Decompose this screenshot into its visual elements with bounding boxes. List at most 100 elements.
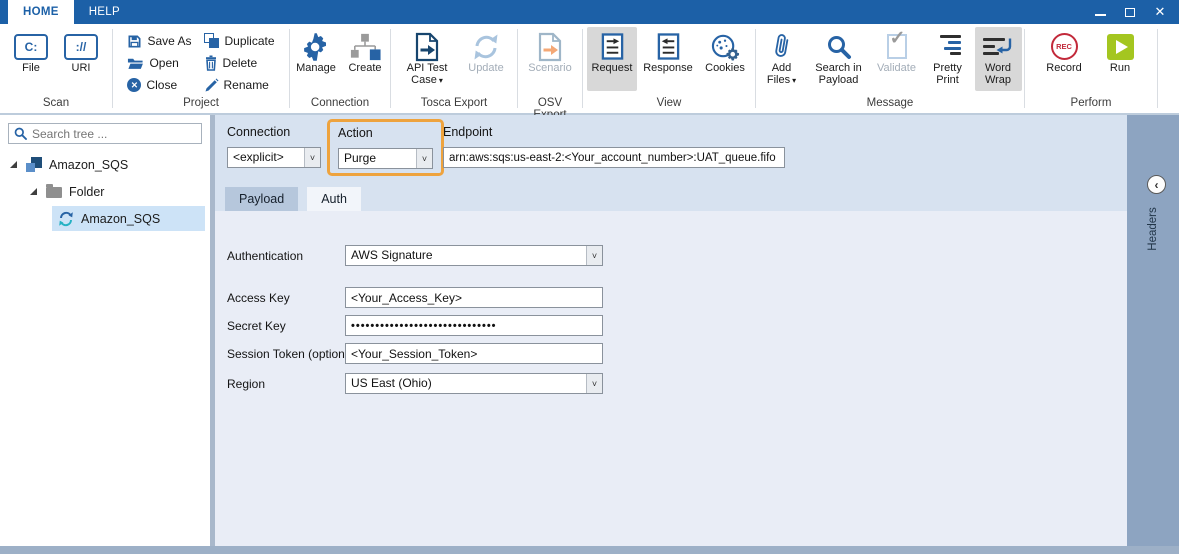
connection-select[interactable]: <explicit> ˅ bbox=[227, 147, 321, 168]
authentication-select[interactable]: AWS Signature ˅ bbox=[345, 245, 603, 266]
session-token-input[interactable] bbox=[345, 343, 603, 364]
ribbon-separator bbox=[390, 29, 391, 108]
close-window-button[interactable]: ✕ bbox=[1145, 0, 1175, 24]
chevron-down-icon[interactable]: ˅ bbox=[304, 148, 320, 167]
response-button[interactable]: Response bbox=[640, 27, 696, 91]
word-wrap-button[interactable]: Word Wrap bbox=[975, 27, 1022, 91]
add-files-icon bbox=[772, 32, 792, 62]
endpoint-input[interactable] bbox=[443, 147, 785, 168]
group-label-osv-export: OSV Export bbox=[520, 97, 580, 113]
tab-help[interactable]: HELP bbox=[74, 0, 135, 24]
expand-headers-button[interactable]: ‹ bbox=[1147, 175, 1166, 194]
action-label: Action bbox=[338, 126, 373, 140]
tree-item-folder[interactable]: Folder bbox=[0, 178, 210, 205]
record-button[interactable]: REC Record bbox=[1039, 27, 1089, 91]
ribbon-group-connection: Manage Create Connection bbox=[292, 24, 388, 113]
chevron-down-icon[interactable]: ˅ bbox=[416, 149, 432, 168]
tree-item-amazon-sqs[interactable]: Amazon_SQS bbox=[0, 205, 210, 232]
scenario-icon bbox=[537, 32, 563, 62]
chevron-down-icon[interactable]: ˅ bbox=[586, 246, 602, 265]
add-files-button[interactable]: Add Files▾ bbox=[759, 27, 805, 91]
titlebar: HOME HELP ✕ bbox=[0, 0, 1179, 24]
delete-icon bbox=[204, 55, 218, 71]
update-button[interactable]: Update bbox=[461, 27, 511, 91]
tab-home[interactable]: HOME bbox=[8, 0, 74, 24]
run-icon bbox=[1107, 34, 1134, 60]
cookies-button[interactable]: Cookies bbox=[699, 27, 751, 91]
tree-search-box[interactable] bbox=[8, 123, 202, 144]
action-highlight-box: Action Purge ˅ bbox=[327, 119, 444, 176]
headers-tab[interactable]: Headers bbox=[1147, 203, 1159, 255]
sync-icon bbox=[58, 211, 74, 227]
run-button[interactable]: Run bbox=[1097, 27, 1143, 91]
cookies-icon bbox=[710, 32, 741, 61]
open-button[interactable]: Open bbox=[127, 55, 191, 71]
group-label-view: View bbox=[585, 97, 753, 113]
expander-icon[interactable] bbox=[30, 188, 37, 195]
request-button[interactable]: Request bbox=[587, 27, 637, 91]
create-button[interactable]: Create bbox=[342, 27, 388, 91]
delete-button[interactable]: Delete bbox=[204, 55, 275, 71]
group-label-connection: Connection bbox=[292, 97, 388, 113]
rename-icon bbox=[204, 78, 219, 93]
secret-key-input[interactable] bbox=[345, 315, 603, 336]
ribbon-group-view: Request Response Cookies View bbox=[585, 24, 753, 113]
duplicate-icon bbox=[204, 33, 220, 49]
ribbon-group-scan: C: File :// URI Scan bbox=[2, 24, 110, 113]
rename-button[interactable]: Rename bbox=[204, 77, 275, 93]
search-in-payload-button[interactable]: Search in Payload bbox=[808, 27, 870, 91]
session-token-label: Session Token (optional) bbox=[227, 347, 358, 361]
request-icon bbox=[600, 32, 625, 61]
region-select[interactable]: US East (Ohio) ˅ bbox=[345, 373, 603, 394]
maximize-button[interactable] bbox=[1115, 0, 1145, 24]
save-as-icon bbox=[127, 34, 142, 49]
manage-button[interactable]: Manage bbox=[292, 27, 340, 91]
ribbon-group-message: Add Files▾ Search in Payload ✓ Validate bbox=[758, 24, 1022, 113]
validate-button[interactable]: ✓ Validate bbox=[873, 27, 921, 91]
expander-icon[interactable] bbox=[10, 161, 17, 168]
connection-label: Connection bbox=[227, 125, 290, 139]
minimize-button[interactable] bbox=[1085, 0, 1115, 24]
chevron-down-icon[interactable]: ˅ bbox=[586, 374, 602, 393]
close-circle-icon: ✕ bbox=[127, 78, 141, 92]
access-key-input[interactable] bbox=[345, 287, 603, 308]
region-label: Region bbox=[227, 377, 265, 391]
access-key-label: Access Key bbox=[227, 291, 290, 305]
tree-item-amazon-sqs-root[interactable]: Amazon_SQS bbox=[0, 151, 210, 178]
uri-icon: :// bbox=[64, 34, 98, 60]
save-as-button[interactable]: Save As bbox=[127, 33, 191, 49]
tree-search-input[interactable] bbox=[32, 127, 196, 141]
ribbon-separator bbox=[289, 29, 290, 108]
close-button[interactable]: ✕ Close bbox=[127, 77, 191, 93]
action-select[interactable]: Purge ˅ bbox=[338, 148, 433, 169]
dropdown-caret-icon: ▾ bbox=[439, 76, 443, 85]
file-drive-icon: C: bbox=[14, 34, 48, 60]
ribbon-separator bbox=[517, 29, 518, 108]
duplicate-button[interactable]: Duplicate bbox=[204, 33, 275, 49]
request-header: Connection <explicit> ˅ Action Purge ˅ E… bbox=[215, 115, 1127, 211]
scenario-button[interactable]: Scenario bbox=[522, 27, 578, 91]
ribbon-separator bbox=[112, 29, 113, 108]
search-icon bbox=[826, 34, 852, 60]
update-icon bbox=[471, 32, 501, 62]
api-test-case-button[interactable]: API Test Case▾ bbox=[397, 27, 457, 91]
tab-payload[interactable]: Payload bbox=[225, 187, 298, 211]
group-label-project: Project bbox=[115, 97, 287, 113]
pretty-print-button[interactable]: Pretty Print bbox=[924, 27, 972, 91]
tree-sidebar: Amazon_SQS Folder Amazon_SQS bbox=[0, 115, 210, 546]
uri-button[interactable]: :// URI bbox=[58, 27, 104, 91]
file-button[interactable]: C: File bbox=[8, 27, 54, 91]
pretty-print-icon bbox=[935, 35, 961, 57]
folder-icon bbox=[46, 185, 62, 198]
ribbon-separator bbox=[1157, 29, 1158, 108]
tab-auth[interactable]: Auth bbox=[307, 187, 361, 211]
ribbon-separator bbox=[755, 29, 756, 108]
validate-icon: ✓ bbox=[887, 34, 907, 59]
close-icon: ✕ bbox=[1155, 4, 1166, 20]
chevron-left-icon: ‹ bbox=[1155, 178, 1159, 192]
gear-icon bbox=[301, 32, 331, 62]
tree: Amazon_SQS Folder Amazon_SQS bbox=[0, 151, 210, 232]
word-wrap-icon bbox=[983, 36, 1013, 58]
dropdown-caret-icon: ▾ bbox=[792, 76, 796, 85]
endpoint-label: Endpoint bbox=[443, 125, 492, 139]
